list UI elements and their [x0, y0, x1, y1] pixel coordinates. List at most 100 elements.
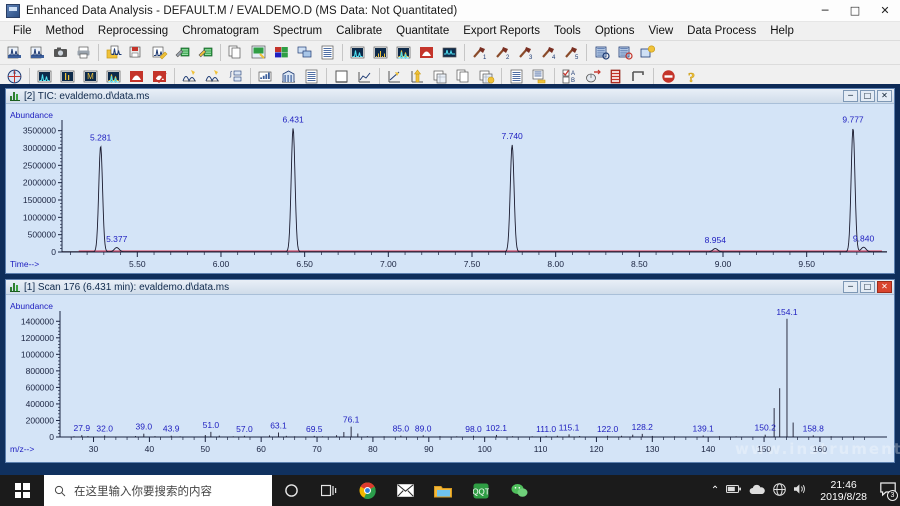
- load-data-alt-icon[interactable]: [27, 43, 48, 63]
- spectrum-window-controls: ─ □ ✕: [843, 281, 892, 293]
- paste-image-icon[interactable]: [248, 43, 269, 63]
- tic-maximize-button[interactable]: □: [860, 90, 875, 102]
- svg-text:N: N: [13, 70, 16, 75]
- start-button[interactable]: [0, 475, 44, 506]
- tic-minimize-button[interactable]: ─: [843, 90, 858, 102]
- svg-text:6.431: 6.431: [282, 115, 304, 125]
- tic-window-title: [2] TIC: evaldemo.d\data.ms: [24, 90, 150, 102]
- file-explorer-icon[interactable]: [424, 475, 462, 506]
- mdi-client-area: [2] TIC: evaldemo.d\data.ms ─ □ ✕ Abunda…: [0, 84, 900, 475]
- notification-center-icon[interactable]: 3: [880, 481, 898, 501]
- wechat-icon[interactable]: [500, 475, 538, 506]
- svg-text:39.0: 39.0: [136, 422, 153, 432]
- tic-window-controls: ─ □ ✕: [843, 90, 892, 102]
- overlay-icon[interactable]: [393, 43, 414, 63]
- menu-item-file[interactable]: File: [6, 22, 39, 41]
- load-data-icon[interactable]: [4, 43, 25, 63]
- svg-text:43.9: 43.9: [163, 424, 180, 434]
- menu-item-help[interactable]: Help: [763, 22, 801, 41]
- macro5-icon[interactable]: 5: [561, 43, 582, 63]
- integrate-icon[interactable]: [416, 43, 437, 63]
- library-search-icon[interactable]: [591, 43, 612, 63]
- print-icon[interactable]: [73, 43, 94, 63]
- cortana-icon[interactable]: [272, 475, 310, 506]
- menu-item-options[interactable]: Options: [588, 22, 642, 41]
- svg-text:3: 3: [529, 55, 533, 60]
- menu-item-chromatogram[interactable]: Chromatogram: [175, 22, 266, 41]
- minimize-button[interactable]: ─: [810, 0, 840, 22]
- toolbar-separator: [554, 68, 555, 85]
- svg-text:8.50: 8.50: [631, 259, 648, 269]
- snapshot-icon[interactable]: [50, 43, 71, 63]
- report-icon[interactable]: [317, 43, 338, 63]
- battery-icon[interactable]: [726, 484, 742, 497]
- color-palette-icon[interactable]: [271, 43, 292, 63]
- macro3-icon[interactable]: 3: [515, 43, 536, 63]
- menu-item-tools[interactable]: Tools: [547, 22, 588, 41]
- spectrum-maximize-button[interactable]: □: [860, 281, 875, 293]
- copy-icon[interactable]: [225, 43, 246, 63]
- svg-text:70: 70: [312, 444, 322, 454]
- svg-text:150.2: 150.2: [755, 423, 777, 433]
- svg-text:50: 50: [201, 444, 211, 454]
- signal-icon[interactable]: [439, 43, 460, 63]
- qqt-icon[interactable]: QQT: [462, 475, 500, 506]
- macro4-icon[interactable]: 4: [538, 43, 559, 63]
- spectrum-plot-area[interactable]: Abundance 0 200000 400000 600000 800000 100000…: [6, 295, 894, 462]
- identify-icon[interactable]: [637, 43, 658, 63]
- svg-text:1500000: 1500000: [23, 195, 56, 205]
- spectrum-window-title: [1] Scan 176 (6.431 min): evaldemo.d\dat…: [24, 281, 230, 293]
- menu-item-export-reports[interactable]: Export Reports: [456, 22, 547, 41]
- task-view-icon[interactable]: [310, 475, 348, 506]
- menu-item-spectrum[interactable]: Spectrum: [266, 22, 329, 41]
- spectrum-close-button[interactable]: ✕: [877, 281, 892, 293]
- mail-icon[interactable]: [386, 475, 424, 506]
- volume-icon[interactable]: [793, 483, 807, 498]
- toolbar-separator: [379, 68, 380, 85]
- cloud-icon[interactable]: [749, 484, 766, 498]
- svg-text:102.1: 102.1: [486, 423, 508, 433]
- notification-badge: 3: [887, 489, 898, 501]
- close-button[interactable]: ✕: [870, 0, 900, 22]
- chrome-icon[interactable]: [348, 475, 386, 506]
- macro1-icon[interactable]: 1: [469, 43, 490, 63]
- edit-sequence-icon[interactable]: [195, 43, 216, 63]
- svg-text:4: 4: [552, 55, 556, 60]
- clock[interactable]: 21:46 2019/8/28: [814, 479, 873, 503]
- mass-spectrum-svg[interactable]: Abundance 0 200000 400000 600000 800000 100000…: [6, 295, 892, 462]
- taskbar-search-box[interactable]: 在这里输入你要搜索的内容: [44, 475, 272, 506]
- draw-spectrum-icon[interactable]: [370, 43, 391, 63]
- draw-chromatogram-icon[interactable]: [347, 43, 368, 63]
- tic-close-button[interactable]: ✕: [877, 90, 892, 102]
- menu-item-data-process[interactable]: Data Process: [680, 22, 763, 41]
- pbm-search-icon[interactable]: [614, 43, 635, 63]
- menu-item-reprocessing[interactable]: Reprocessing: [91, 22, 175, 41]
- tic-plot-area[interactable]: Abundance 0 500000 1000000 1500000 2000000 250…: [6, 104, 894, 273]
- tray-chevron-icon[interactable]: ⌃: [711, 485, 719, 496]
- menu-item-quantitate[interactable]: Quantitate: [389, 22, 456, 41]
- svg-text:7.00: 7.00: [380, 259, 397, 269]
- maximize-button[interactable]: □: [840, 0, 870, 22]
- tile-windows-icon[interactable]: [294, 43, 315, 63]
- macro2-icon[interactable]: 2: [492, 43, 513, 63]
- svg-text:160: 160: [813, 444, 827, 454]
- chromatogram-icon: [10, 91, 20, 101]
- svg-text:115.1: 115.1: [559, 422, 580, 432]
- menu-item-calibrate[interactable]: Calibrate: [329, 22, 389, 41]
- open-method-icon[interactable]: [103, 43, 124, 63]
- svg-text:32.0: 32.0: [96, 424, 113, 434]
- tic-chromatogram-svg[interactable]: Abundance 0 500000 1000000 1500000 2000000 250…: [6, 104, 892, 273]
- svg-text:89.0: 89.0: [415, 423, 432, 433]
- edit-method-icon[interactable]: [149, 43, 170, 63]
- toolbar-primary: 1 2 3 4 5: [0, 41, 900, 65]
- network-icon[interactable]: [773, 482, 787, 499]
- menu-item-method[interactable]: Method: [39, 22, 91, 41]
- toolbar-separator: [98, 44, 99, 61]
- svg-text:150: 150: [757, 444, 771, 454]
- svg-text:158.8: 158.8: [803, 423, 825, 433]
- svg-text:600000: 600000: [26, 382, 55, 392]
- load-sequence-icon[interactable]: [172, 43, 193, 63]
- menu-item-view[interactable]: View: [641, 22, 680, 41]
- save-method-icon[interactable]: [126, 43, 147, 63]
- spectrum-minimize-button[interactable]: ─: [843, 281, 858, 293]
